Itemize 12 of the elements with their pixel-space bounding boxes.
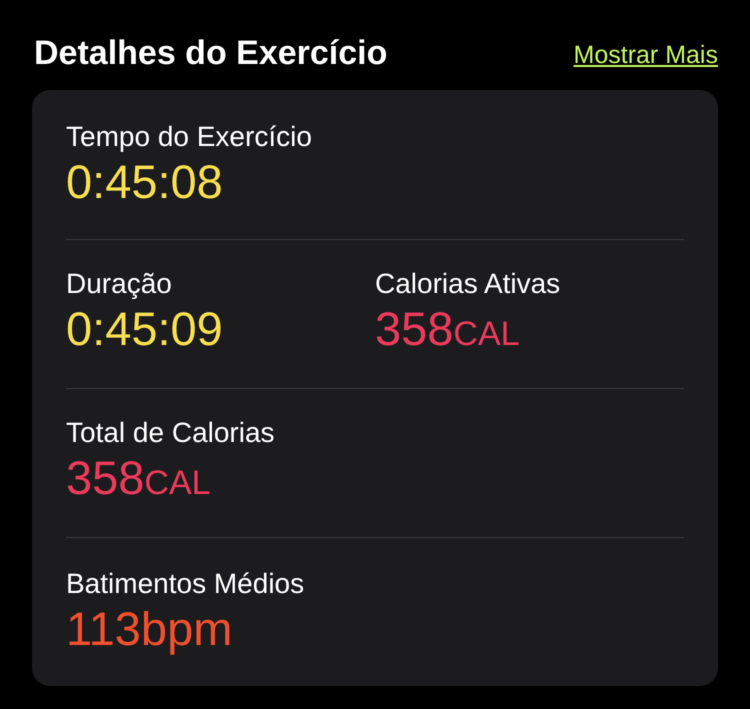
metric-label: Calorias Ativas	[375, 266, 560, 300]
metric-label: Total de Calorias	[66, 416, 275, 450]
metric-value: 113bpm	[66, 601, 232, 657]
metric-label: Duração	[66, 266, 172, 300]
metric-value: 358CAL	[375, 300, 520, 356]
metric-label: Tempo do Exercício	[66, 120, 312, 154]
section-title: Detalhes do Exercício	[34, 36, 388, 70]
metric-value: 358CAL	[66, 450, 211, 506]
show-more-link[interactable]: Mostrar Mais	[574, 43, 718, 68]
metric-value: 0:45:09	[66, 300, 223, 356]
metric-label: Batimentos Médios	[66, 567, 304, 601]
metric-value: 0:45:08	[66, 154, 223, 210]
